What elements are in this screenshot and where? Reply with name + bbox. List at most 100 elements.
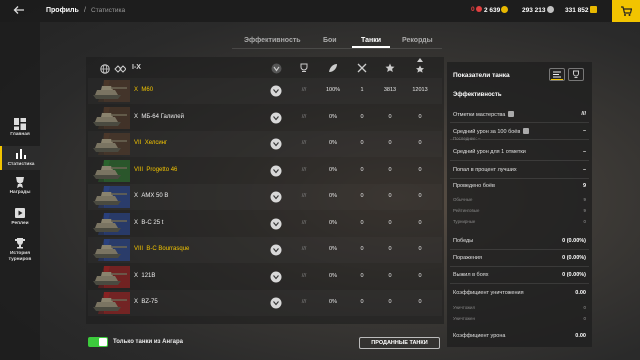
col-total-damage[interactable] <box>414 58 426 73</box>
credits-icon <box>546 6 554 13</box>
list-view-button[interactable] <box>549 68 565 81</box>
stat-divider <box>450 122 589 123</box>
globe-icon <box>100 64 110 74</box>
table-row[interactable]: X M60///100% 1 3813 12013 <box>88 78 442 104</box>
sidebar-label-home: Главная <box>10 132 30 137</box>
stats-section-efficiency: Эффективность <box>453 92 502 98</box>
table-row[interactable]: VIII Progetto 46///0% 0 0 0 <box>88 158 442 184</box>
hangar-only-toggle[interactable] <box>88 337 108 347</box>
tank-name: X 121B <box>134 272 156 279</box>
stat-label: Уничтожен <box>453 316 475 321</box>
sort-arrows-icon <box>416 58 424 73</box>
tank-thumbnail <box>93 265 130 288</box>
shop-button[interactable] <box>612 0 640 22</box>
stat-label: Коэффициент урона <box>453 333 506 339</box>
sidebar-label-replays: Реплеи <box>11 221 29 226</box>
stat-value: 0.00 <box>575 333 586 339</box>
stat-divider <box>450 160 589 161</box>
mastery-badge-icon <box>270 112 282 123</box>
mastery-badge-icon <box>270 218 282 229</box>
tab-efficiency[interactable]: Эффективность <box>244 37 301 44</box>
tank-name: X M60 <box>134 87 154 93</box>
stat-value: 0 <box>583 305 586 310</box>
sidebar-item-stats[interactable]: Статистика <box>0 146 40 170</box>
stat-label: Средний урон за 100 боёв <box>453 128 530 135</box>
tank-thumbnail <box>93 186 130 208</box>
stat-label: Рейтинговые <box>453 208 480 213</box>
total-damage-cell: 0 <box>418 140 422 146</box>
currency-gold[interactable]: 2 639 <box>484 6 509 14</box>
col-battles[interactable] <box>356 63 368 74</box>
col-mastery[interactable] <box>270 63 282 74</box>
leaf-icon <box>329 64 337 72</box>
breadcrumb-profile[interactable]: Профиль <box>46 7 79 14</box>
stat-value: 0.00 <box>575 290 586 296</box>
currency-bonds[interactable]: 0 <box>471 6 482 13</box>
tab-records[interactable]: Рекорды <box>402 37 433 44</box>
tab-tanks[interactable]: Танки <box>361 37 381 44</box>
total-damage-cell: 12013 <box>412 87 428 93</box>
hangar-only-label: Только танки из Ангара <box>113 339 183 345</box>
table-row[interactable]: X MБ-64 Галилей///0% 0 0 0 <box>88 105 442 131</box>
tab-battles[interactable]: Бои <box>323 37 337 44</box>
table-row[interactable]: VII Хелсинг///0% 0 0 0 <box>88 131 442 157</box>
total-damage-cell: 0 <box>418 246 422 252</box>
currency-credits[interactable]: 293 213 <box>522 6 554 14</box>
sidebar-item-home[interactable]: Главная <box>0 118 40 138</box>
sold-tanks-button[interactable]: ПРОДАННЫЕ ТАНКИ <box>359 337 440 349</box>
tier-filter-button[interactable]: I-X <box>132 64 141 76</box>
stat-label: Уничтожил <box>453 305 476 310</box>
tank-stats-title: Показатели танка <box>453 72 510 79</box>
bonds-value: 0 <box>471 6 475 13</box>
gold-value: 2 639 <box>484 7 501 14</box>
stat-divider <box>450 283 589 284</box>
tank-name: X B-C 25 t <box>134 219 164 226</box>
col-mastery-count[interactable] <box>298 63 310 74</box>
info-icon[interactable] <box>508 111 515 117</box>
table-row[interactable]: X B-C 25 t///0% 0 0 0 <box>88 211 442 237</box>
table-row[interactable]: X AMX 50 B///0% 0 0 0 <box>88 184 442 210</box>
table-row[interactable]: X 121B///0% 0 0 0 <box>88 264 442 290</box>
tank-thumbnail <box>93 159 130 182</box>
stat-value: – <box>582 128 586 134</box>
tank-name: VIII B-C Bourrasque <box>134 246 190 252</box>
tank-class-icon <box>114 65 127 73</box>
mastery-badge-icon <box>270 165 282 176</box>
breadcrumb-stats: Статистика <box>91 7 126 14</box>
tank-name: VIII Progetto 46 <box>134 166 178 173</box>
total-damage-cell: 0 <box>418 193 422 199</box>
tank-name: X BZ-75 <box>134 299 158 305</box>
sidebar-item-replays[interactable]: Реплеи <box>0 207 40 227</box>
arrow-left-icon <box>13 6 24 14</box>
table-row[interactable]: VIII B-C Bourrasque///0% 0 0 0 <box>88 237 442 263</box>
currency-free-xp[interactable]: 331 852 <box>565 6 597 14</box>
total-damage-cell: 0 <box>418 113 422 120</box>
sidebar-item-awards[interactable]: Награды <box>0 176 40 196</box>
stat-value: – <box>582 167 586 173</box>
stat-value: /// <box>581 111 586 117</box>
class-filter-button[interactable] <box>114 64 127 76</box>
stat-label: Победы <box>453 238 474 244</box>
back-button[interactable] <box>13 4 25 19</box>
stat-divider <box>450 266 589 267</box>
stat-value: 9 <box>582 183 586 189</box>
stat-label: Отметки мастерства <box>453 111 515 118</box>
tank-thumbnail <box>93 212 130 235</box>
tank-thumbnail <box>93 80 130 102</box>
sidebar-item-tournaments[interactable]: История турниров <box>0 237 40 263</box>
tank-thumbnail <box>93 133 130 155</box>
cup-view-button[interactable] <box>568 68 584 81</box>
stat-divider <box>450 249 589 250</box>
info-icon[interactable] <box>523 128 530 134</box>
tabs-divider <box>232 48 442 49</box>
list-icon <box>551 71 563 80</box>
tank-thumbnail <box>93 239 130 261</box>
col-avg-damage[interactable] <box>384 63 396 74</box>
col-winrate[interactable] <box>327 63 339 74</box>
stat-value: – <box>582 149 586 155</box>
mastery-badge-icon <box>271 63 281 74</box>
mastery-badge-icon <box>270 244 282 256</box>
table-row[interactable]: X BZ-75///0% 0 0 0 <box>88 290 442 316</box>
nation-filter-button[interactable] <box>100 64 110 76</box>
total-damage-cell: 0 <box>418 219 422 226</box>
